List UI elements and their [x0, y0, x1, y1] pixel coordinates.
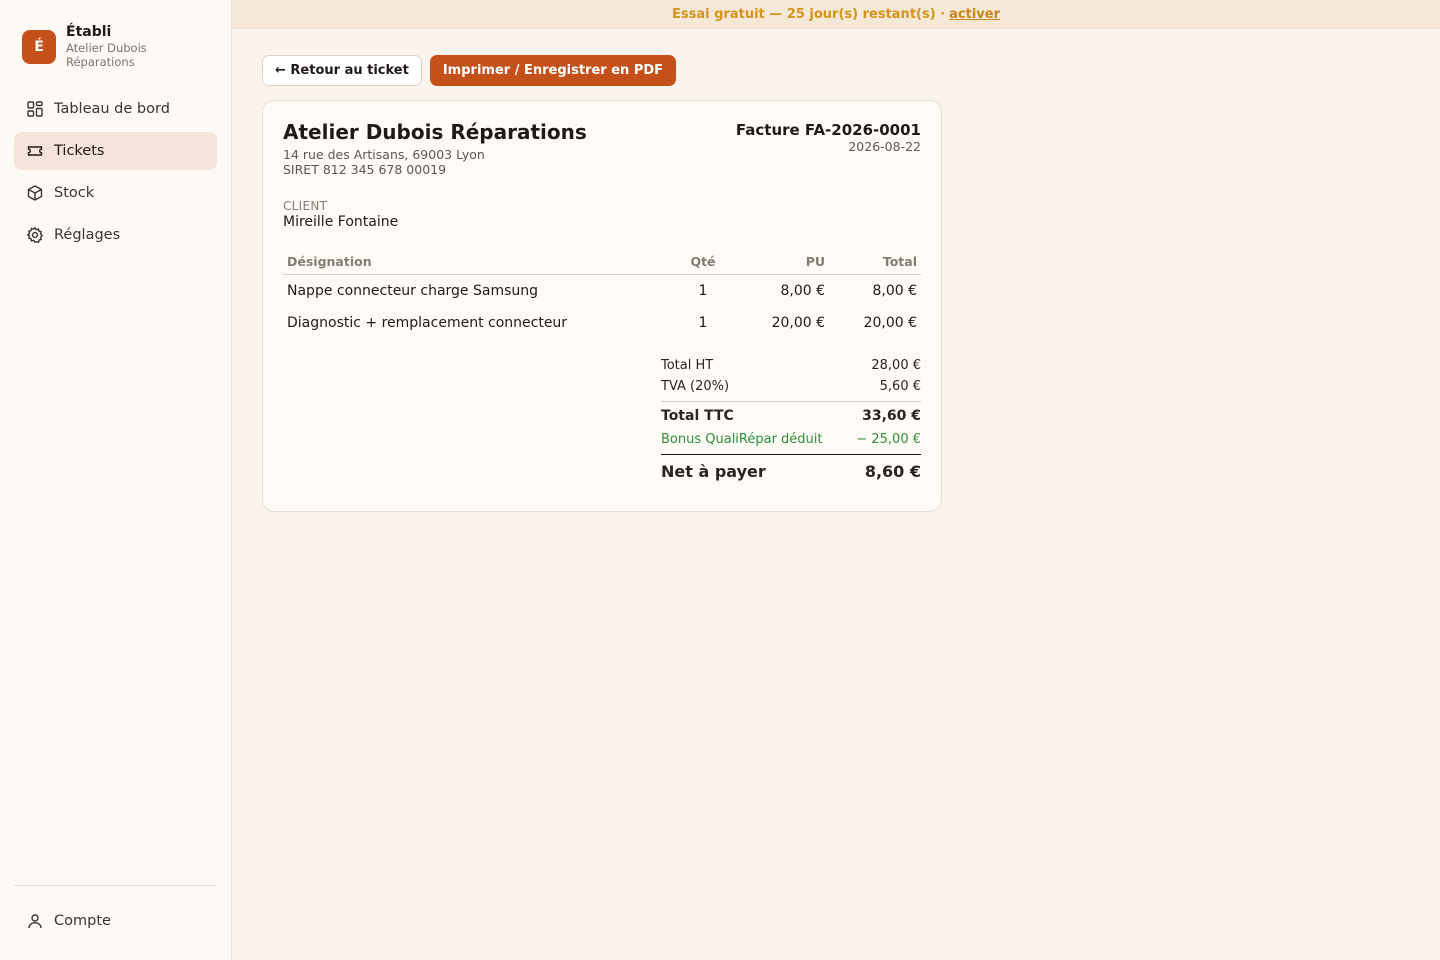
- dashboard-icon: [27, 101, 43, 117]
- company-siret: SIRET 812 345 678 00019: [283, 162, 447, 177]
- back-to-ticket-button[interactable]: ← Retour au ticket: [262, 55, 422, 86]
- ticket-icon: [27, 146, 43, 156]
- total-ttc-label: Total TTC: [661, 407, 734, 424]
- line-qty: 1: [698, 282, 708, 299]
- company-block: Atelier Dubois Réparations 14 rue des Ar…: [283, 121, 587, 177]
- sidebar-nav: Tableau de bord Tickets Stock Réglages: [14, 90, 217, 254]
- line-designation: Diagnostic + remplacement connecteur: [287, 314, 568, 331]
- page-content: ← Retour au ticket Imprimer / Enregistre…: [232, 29, 1440, 512]
- trial-banner-text: Essai gratuit — 25 jour(s) restant(s) ·: [672, 7, 946, 22]
- main-area: Essai gratuit — 25 jour(s) restant(s) · …: [232, 0, 1440, 960]
- bonus-value: − 25,00 €: [856, 431, 921, 447]
- sidebar-item-label: Compte: [54, 913, 111, 929]
- line-designation: Nappe connecteur charge Samsung: [287, 282, 539, 299]
- total-ht-label: Total HT: [661, 357, 714, 373]
- sidebar-item-label: Réglages: [54, 227, 121, 243]
- brand: É Établi Atelier Dubois Réparations: [14, 0, 217, 88]
- tva-value: 5,60 €: [879, 378, 921, 394]
- sidebar-item-stock[interactable]: Stock: [14, 174, 217, 212]
- brand-logo: É: [22, 30, 56, 64]
- gear-icon: [26, 226, 44, 244]
- total-ht-row: Total HT 28,00 €: [661, 355, 921, 376]
- sidebar-item-account[interactable]: Compte: [14, 902, 217, 940]
- sidebar: É Établi Atelier Dubois Réparations Tabl…: [0, 0, 232, 960]
- total-ttc-value: 33,60 €: [862, 407, 921, 424]
- invoice-header: Atelier Dubois Réparations 14 rue des Ar…: [283, 121, 921, 177]
- column-header-qty: Qté: [673, 249, 733, 275]
- table-row: Nappe connecteur charge Samsung 1 8,00 €…: [283, 275, 921, 307]
- sidebar-item-tickets[interactable]: Tickets: [14, 132, 217, 170]
- sidebar-item-label: Tickets: [54, 143, 105, 159]
- user-icon: [28, 914, 42, 929]
- total-ht-value: 28,00 €: [871, 357, 921, 373]
- sidebar-footer: Compte: [14, 885, 217, 940]
- sidebar-item-dashboard[interactable]: Tableau de bord: [14, 90, 217, 128]
- activate-link[interactable]: activer: [949, 7, 1000, 22]
- totals-block: Total HT 28,00 € TVA (20%) 5,60 € Total …: [661, 355, 921, 483]
- column-header-unit-price: PU: [733, 249, 829, 275]
- trial-banner: Essai gratuit — 25 jour(s) restant(s) · …: [232, 0, 1440, 29]
- invoice-date: 2026-08-22: [848, 139, 921, 154]
- brand-subtitle: Atelier Dubois Réparations: [66, 41, 147, 69]
- net-to-pay-value: 8,60 €: [864, 461, 921, 481]
- table-row: Diagnostic + remplacement connecteur 1 2…: [283, 307, 921, 339]
- sidebar-item-label: Tableau de bord: [54, 101, 170, 117]
- print-pdf-button[interactable]: Imprimer / Enregistrer en PDF: [429, 55, 677, 86]
- invoice-lines-table: Désignation Qté PU Total Nappe connecteu…: [283, 249, 921, 339]
- sidebar-item-settings[interactable]: Réglages: [14, 216, 217, 254]
- tva-row: TVA (20%) 5,60 €: [661, 376, 921, 397]
- brand-text: Établi Atelier Dubois Réparations: [66, 24, 176, 69]
- sidebar-item-label: Stock: [54, 185, 95, 201]
- company-address: 14 rue des Artisans, 69003 Lyon: [283, 147, 485, 162]
- table-header-row: Désignation Qté PU Total: [283, 249, 921, 275]
- bonus-row: Bonus QualiRépar déduit − 25,00 €: [661, 429, 921, 450]
- brand-name: Établi: [66, 24, 112, 40]
- column-header-total: Total: [829, 249, 921, 275]
- line-unit-price: 8,00 €: [780, 282, 825, 299]
- invoice-actions: ← Retour au ticket Imprimer / Enregistre…: [262, 55, 1440, 86]
- column-header-designation: Désignation: [283, 249, 673, 275]
- tva-label: TVA (20%): [661, 378, 730, 394]
- net-to-pay-row: Net à payer 8,60 €: [661, 453, 921, 483]
- line-qty: 1: [698, 314, 708, 331]
- app-window: É Établi Atelier Dubois Réparations Tabl…: [0, 0, 1440, 960]
- line-total: 8,00 €: [872, 282, 917, 299]
- invoice-meta: Facture FA-2026-0001 2026-08-22: [736, 121, 921, 177]
- client-label: CLIENT: [283, 199, 328, 213]
- line-total: 20,00 €: [863, 314, 917, 331]
- net-to-pay-label: Net à payer: [661, 461, 766, 481]
- invoice-number: Facture FA-2026-0001: [735, 121, 921, 139]
- invoice-card: Atelier Dubois Réparations 14 rue des Ar…: [262, 100, 942, 512]
- client-block: CLIENT Mireille Fontaine: [283, 199, 921, 231]
- line-unit-price: 20,00 €: [771, 314, 825, 331]
- client-name: Mireille Fontaine: [283, 214, 399, 230]
- total-ttc-row: Total TTC 33,60 €: [661, 400, 921, 427]
- bonus-label: Bonus QualiRépar déduit: [661, 431, 823, 447]
- company-name: Atelier Dubois Réparations: [283, 120, 587, 144]
- box-icon: [27, 185, 43, 201]
